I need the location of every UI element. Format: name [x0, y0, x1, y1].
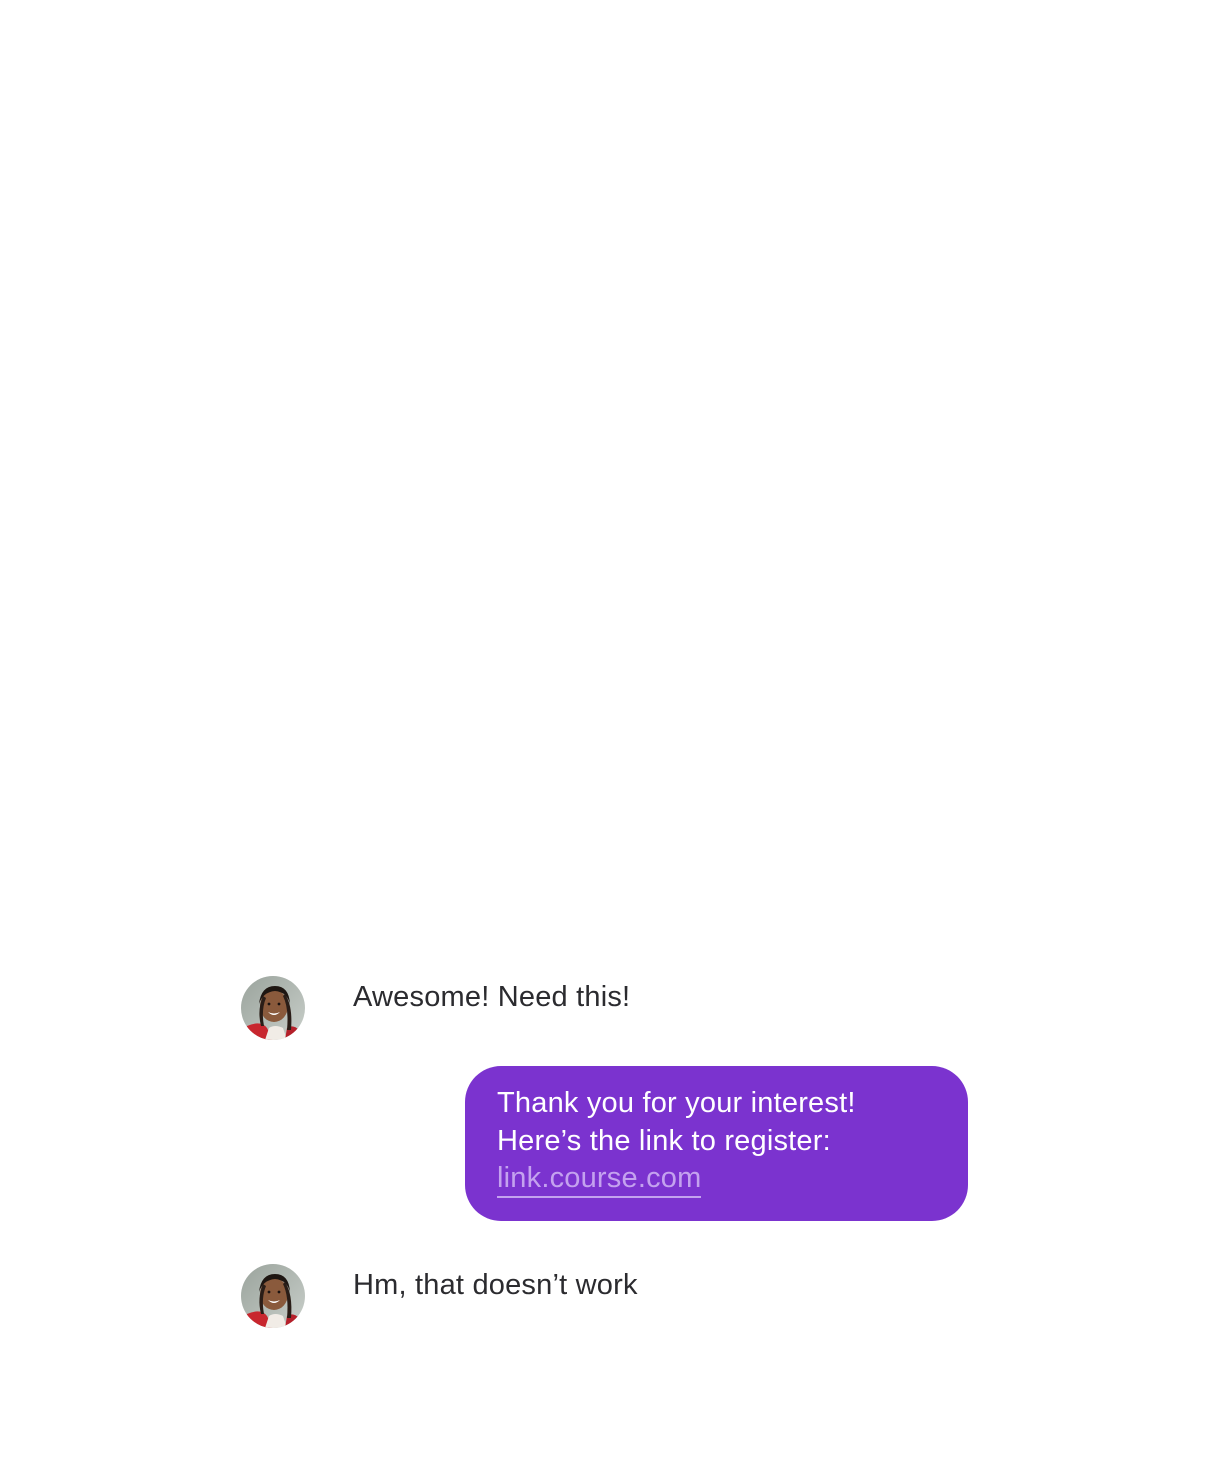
outgoing-message-bubble: Thank you for your interest! Here’s the … [465, 1066, 968, 1221]
incoming-message-text: Hm, that doesn’t work [353, 1269, 638, 1301]
chat-thread: Awesome! Need this! Thank you for your i… [0, 0, 1208, 1484]
avatar-photo-icon [241, 976, 305, 1040]
outgoing-message-line: Thank you for your interest! [497, 1087, 856, 1119]
outgoing-message-line: Here’s the link to register: [497, 1125, 831, 1157]
register-link[interactable]: link.course.com [497, 1160, 702, 1198]
incoming-message-text: Awesome! Need this! [353, 981, 631, 1013]
user-avatar[interactable] [241, 976, 305, 1040]
avatar-photo-icon [241, 1264, 305, 1328]
user-avatar[interactable] [241, 1264, 305, 1328]
